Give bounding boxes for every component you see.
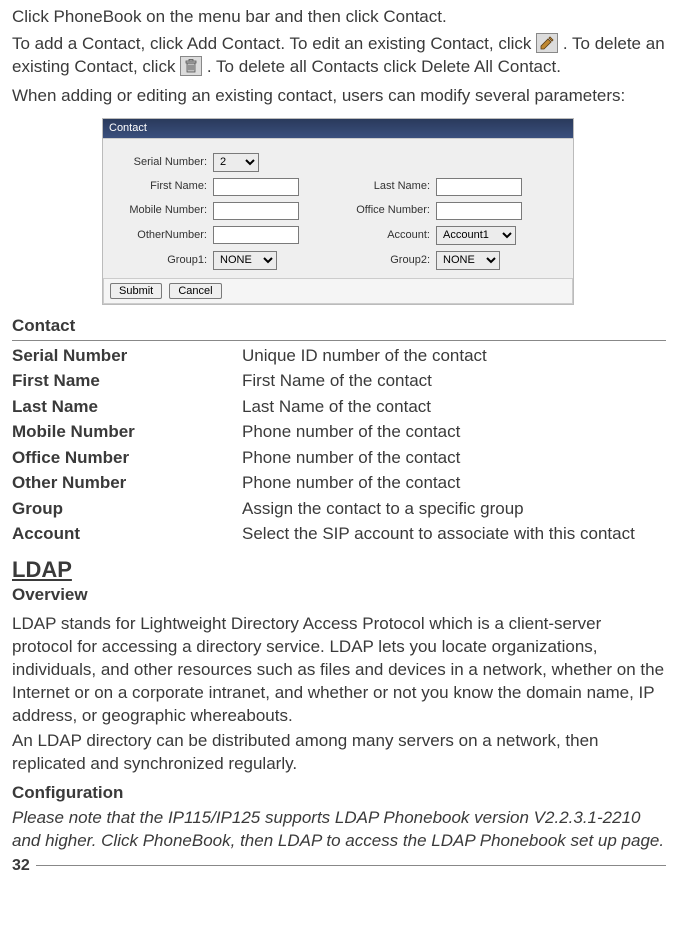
definition-table: Serial NumberUnique ID number of the con…	[12, 343, 666, 547]
select-account[interactable]: Account1	[436, 226, 516, 245]
select-group1[interactable]: NONE	[213, 251, 277, 270]
ldap-p2: An LDAP directory can be distributed amo…	[12, 730, 666, 776]
dialog-title: Contact	[103, 119, 573, 138]
select-group2[interactable]: NONE	[436, 251, 500, 270]
select-serial[interactable]: 2	[213, 153, 259, 172]
label-office: Office Number:	[338, 203, 436, 218]
def-row: Mobile NumberPhone number of the contact	[12, 419, 666, 445]
label-account: Account:	[338, 228, 436, 243]
label-first: First Name:	[115, 179, 213, 194]
intro-2c: . To delete all Contacts click Delete Al…	[207, 57, 561, 76]
ldap-p1: LDAP stands for Lightweight Directory Ac…	[12, 613, 666, 728]
input-other[interactable]	[213, 226, 299, 244]
label-mobile: Mobile Number:	[115, 203, 213, 218]
label-group1: Group1:	[115, 253, 213, 268]
dialog-screenshot: Contact Serial Number: 2 First Name: Las…	[102, 118, 666, 305]
def-row: First NameFirst Name of the contact	[12, 368, 666, 394]
intro-line-1: Click PhoneBook on the menu bar and then…	[12, 6, 666, 29]
submit-button[interactable]: Submit	[110, 283, 162, 299]
intro-2a: To add a Contact, click Add Contact. To …	[12, 34, 536, 53]
def-row: Other NumberPhone number of the contact	[12, 470, 666, 496]
cancel-button[interactable]: Cancel	[169, 283, 221, 299]
intro-line-3: When adding or editing an existing conta…	[12, 85, 666, 108]
page-number: 32	[12, 855, 36, 877]
intro-line-2: To add a Contact, click Add Contact. To …	[12, 33, 666, 79]
def-row: GroupAssign the contact to a specific gr…	[12, 496, 666, 522]
config-note: Please note that the IP115/IP125 support…	[12, 807, 666, 853]
def-row: Last NameLast Name of the contact	[12, 394, 666, 420]
def-row: Serial NumberUnique ID number of the con…	[12, 343, 666, 369]
label-serial: Serial Number:	[115, 155, 213, 170]
def-row: Office NumberPhone number of the contact	[12, 445, 666, 471]
delete-icon	[180, 56, 202, 76]
input-mobile[interactable]	[213, 202, 299, 220]
contact-heading: Contact	[12, 315, 666, 341]
ldap-title: LDAP	[12, 555, 72, 585]
input-last-name[interactable]	[436, 178, 522, 196]
overview-heading: Overview	[12, 584, 666, 607]
footer-rule	[36, 865, 666, 866]
label-group2: Group2:	[338, 253, 436, 268]
edit-icon	[536, 33, 558, 53]
config-heading: Configuration	[12, 782, 666, 805]
label-other: OtherNumber:	[115, 228, 213, 243]
page-footer: 32	[12, 855, 666, 877]
input-first-name[interactable]	[213, 178, 299, 196]
def-row: AccountSelect the SIP account to associa…	[12, 521, 666, 547]
input-office[interactable]	[436, 202, 522, 220]
label-last: Last Name:	[338, 179, 436, 194]
